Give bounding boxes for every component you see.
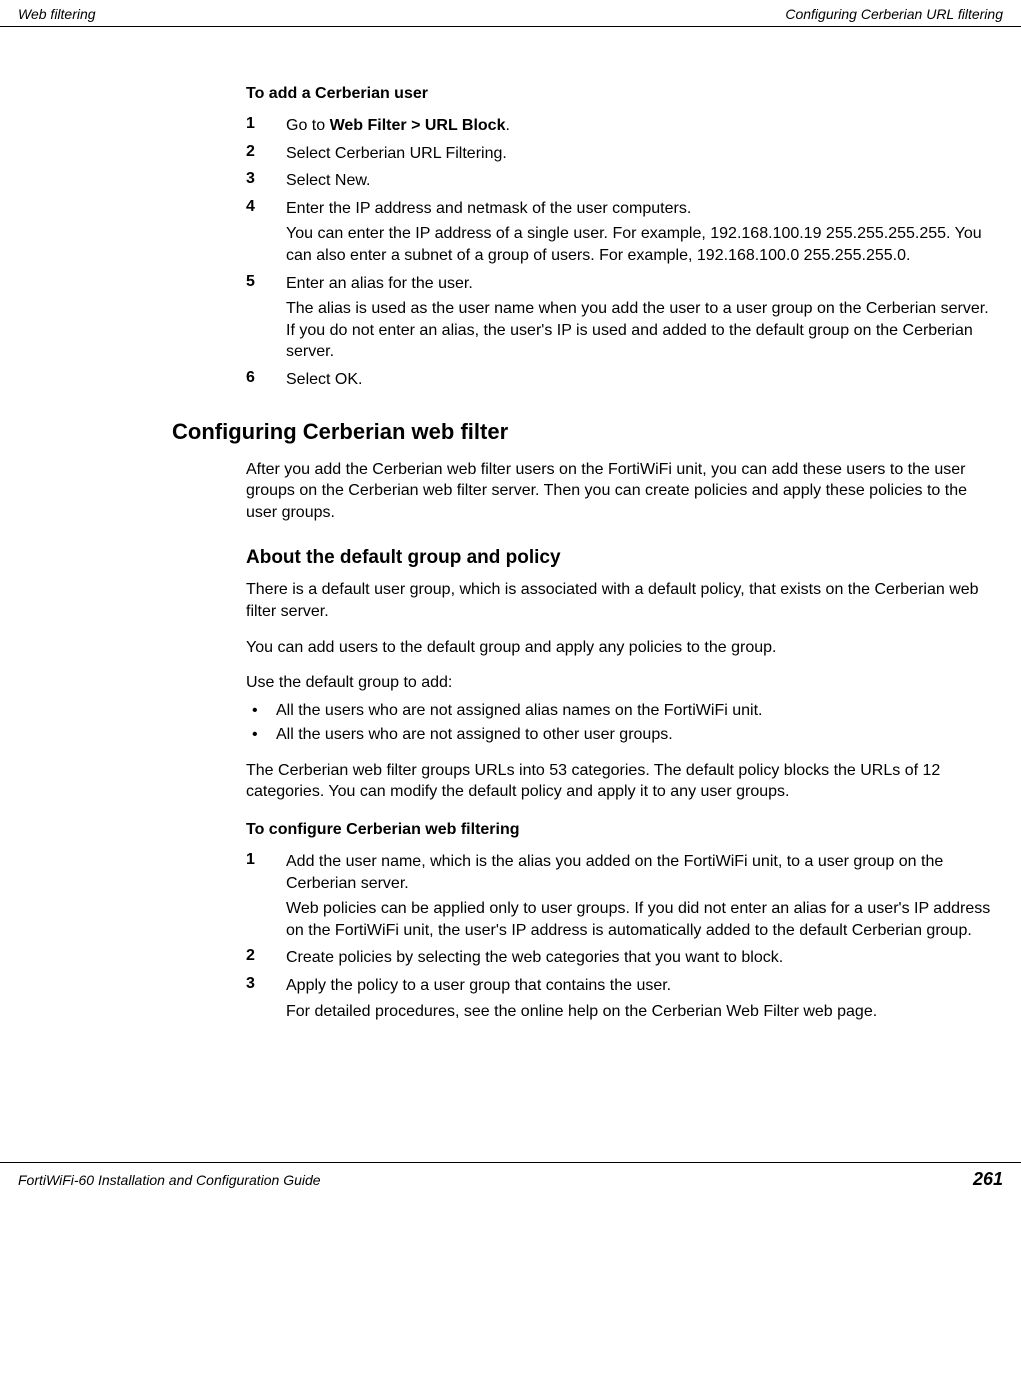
step-row: 1 Go to Web Filter > URL Block. — [246, 115, 993, 137]
step-text-paragraph: For detailed procedures, see the online … — [286, 1001, 993, 1023]
step-row: 2 Select Cerberian URL Filtering. — [246, 143, 993, 165]
body-paragraph: The Cerberian web filter groups URLs int… — [246, 760, 993, 803]
step-row: 5 Enter an alias for the user. The alias… — [246, 273, 993, 363]
step-number: 3 — [246, 975, 286, 993]
step-text: Apply the policy to a user group that co… — [286, 975, 993, 1022]
step-text-line: Add the user name, which is the alias yo… — [286, 851, 993, 894]
step-text-line: Enter the IP address and netmask of the … — [286, 198, 993, 220]
step-number: 6 — [246, 369, 286, 387]
body-paragraph: You can add users to the default group a… — [246, 637, 993, 659]
step-text-bold: Web Filter > URL Block — [330, 117, 506, 134]
step-number: 1 — [246, 851, 286, 869]
step-number: 4 — [246, 198, 286, 216]
page-number: 261 — [973, 1169, 1003, 1190]
bullet-dot-icon: • — [246, 700, 276, 722]
header-right: Configuring Cerberian URL filtering — [785, 6, 1003, 22]
step-text-line: Apply the policy to a user group that co… — [286, 975, 993, 997]
body-paragraph: Use the default group to add: — [246, 672, 993, 694]
step-text-prefix: Go to — [286, 117, 330, 134]
bullet-item: • All the users who are not assigned to … — [246, 724, 993, 746]
bullet-text: All the users who are not assigned to ot… — [276, 724, 673, 746]
step-text: Add the user name, which is the alias yo… — [286, 851, 993, 941]
step-number: 5 — [246, 273, 286, 291]
step-text: Enter the IP address and netmask of the … — [286, 198, 993, 267]
footer-left: FortiWiFi-60 Installation and Configurat… — [18, 1172, 321, 1188]
step-text-paragraph: Web policies can be applied only to user… — [286, 898, 993, 941]
section-heading: Configuring Cerberian web filter — [172, 419, 993, 445]
step-number: 1 — [246, 115, 286, 133]
step-row: 4 Enter the IP address and netmask of th… — [246, 198, 993, 267]
step-row: 1 Add the user name, which is the alias … — [246, 851, 993, 941]
bullet-text: All the users who are not assigned alias… — [276, 700, 762, 722]
step-number: 3 — [246, 170, 286, 188]
procedure-title: To add a Cerberian user — [246, 85, 993, 103]
page-content: To add a Cerberian user 1 Go to Web Filt… — [0, 27, 1021, 1022]
body-paragraph: There is a default user group, which is … — [246, 579, 993, 622]
step-row: 2 Create policies by selecting the web c… — [246, 947, 993, 969]
step-text: Create policies by selecting the web cat… — [286, 947, 993, 969]
step-text-line: Enter an alias for the user. — [286, 273, 993, 295]
procedure-title: To configure Cerberian web filtering — [246, 821, 993, 839]
body-paragraph: After you add the Cerberian web filter u… — [246, 459, 993, 524]
step-number: 2 — [246, 143, 286, 161]
step-text: Select OK. — [286, 369, 993, 391]
header-left: Web filtering — [18, 6, 96, 22]
step-text: Enter an alias for the user. The alias i… — [286, 273, 993, 363]
step-text-suffix: . — [505, 117, 509, 134]
step-text: Go to Web Filter > URL Block. — [286, 115, 993, 137]
step-row: 3 Apply the policy to a user group that … — [246, 975, 993, 1022]
step-text-paragraph: You can enter the IP address of a single… — [286, 223, 993, 266]
step-row: 3 Select New. — [246, 170, 993, 192]
bullet-item: • All the users who are not assigned ali… — [246, 700, 993, 722]
page-header: Web filtering Configuring Cerberian URL … — [0, 0, 1021, 27]
step-text-paragraph: The alias is used as the user name when … — [286, 298, 993, 363]
page-footer: FortiWiFi-60 Installation and Configurat… — [0, 1162, 1021, 1200]
bullet-dot-icon: • — [246, 724, 276, 746]
step-text: Select Cerberian URL Filtering. — [286, 143, 993, 165]
step-number: 2 — [246, 947, 286, 965]
step-row: 6 Select OK. — [246, 369, 993, 391]
step-text: Select New. — [286, 170, 993, 192]
subsection-heading: About the default group and policy — [246, 547, 993, 569]
